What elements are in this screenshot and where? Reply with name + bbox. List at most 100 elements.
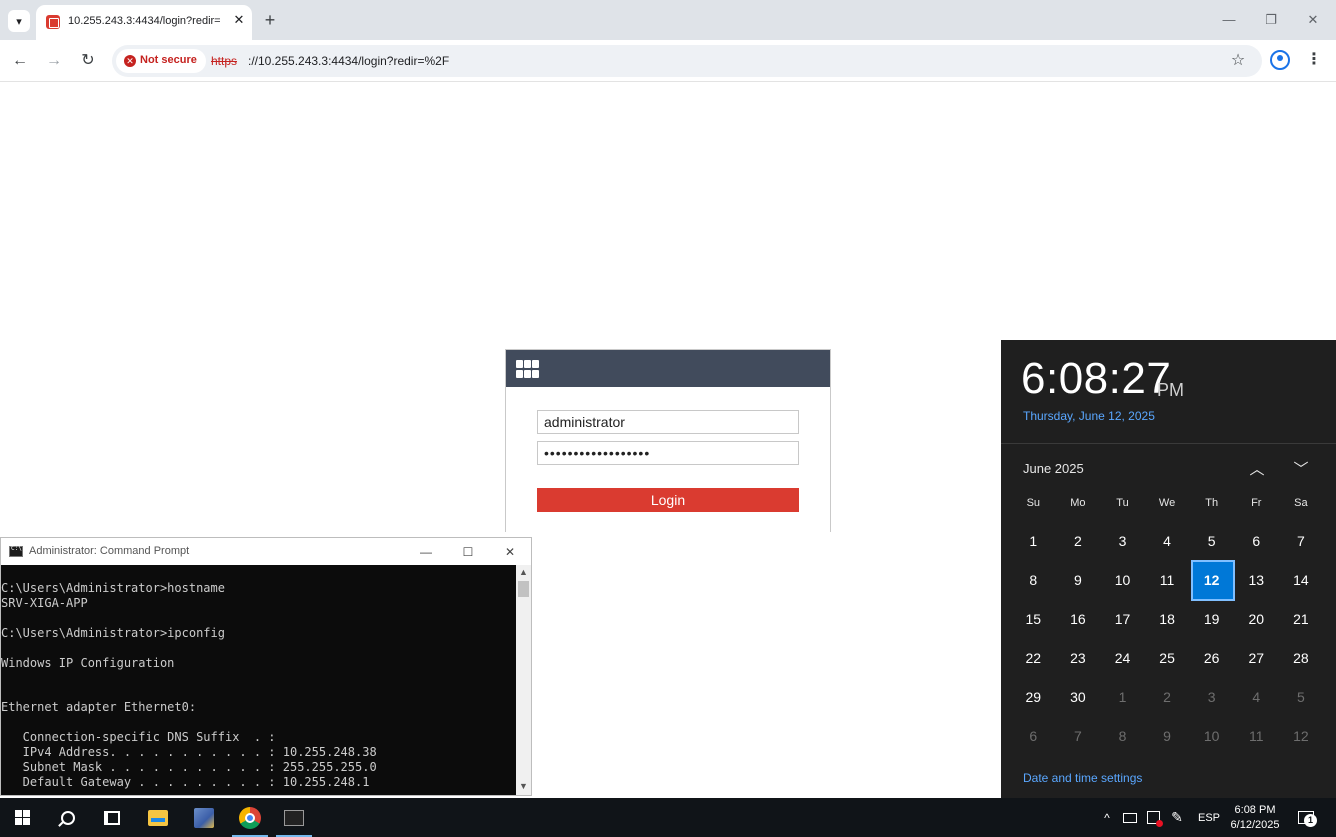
weekday-header: Su Mo Tu We Th Fr Sa [1011, 497, 1331, 515]
tab-search-chevron-icon[interactable]: ▾ [8, 10, 30, 32]
calendar-grid: 1 2 3 4 5 6 7 8 9 10 11 12 13 14 15 16 17 18 19 20 21 22 23 24 2… [1011, 521, 1331, 755]
calendar-day[interactable]: 5 [1189, 521, 1234, 560]
calendar-day-number: 23 [1070, 649, 1086, 666]
cmd-taskbar-button[interactable] [272, 798, 316, 837]
calendar-day[interactable]: 14 [1279, 560, 1324, 599]
calendar-day[interactable]: 1 [1011, 521, 1056, 560]
username-field[interactable]: administrator [537, 410, 799, 434]
weekday-label: We [1158, 497, 1176, 509]
calendar-day-number: 12 [1203, 571, 1220, 588]
bookmark-star-icon[interactable]: ☆ [1226, 49, 1250, 73]
calendar-day[interactable]: 21 [1279, 599, 1324, 638]
new-tab-button[interactable]: + [260, 10, 280, 30]
taskbar-clock[interactable]: 6:08 PM 6/12/2025 [1226, 798, 1284, 837]
calendar-day[interactable]: 6 [1011, 716, 1056, 755]
calendar-day[interactable]: 2 [1056, 521, 1101, 560]
calendar-day-number: 11 [1248, 727, 1264, 744]
cmd-titlebar[interactable]: Administrator: Command Prompt — ☐ ✕ [1, 538, 531, 565]
tray-overflow-chevron-icon[interactable]: ^ [1098, 798, 1116, 837]
task-view-button[interactable] [90, 798, 134, 837]
calendar-day[interactable]: 10 [1100, 560, 1145, 599]
calendar-day[interactable]: 22 [1011, 638, 1056, 677]
tab-close-icon[interactable]: ✕ [230, 11, 248, 29]
date-time-settings-link[interactable]: Date and time settings [1023, 771, 1142, 785]
cmd-scrollbar[interactable]: ▲ ▼ [516, 565, 531, 795]
calendar-day[interactable]: 3 [1189, 677, 1234, 716]
file-explorer-button[interactable] [136, 798, 180, 837]
calendar-day[interactable]: 19 [1189, 599, 1234, 638]
command-prompt-window[interactable]: Administrator: Command Prompt — ☐ ✕ C:\U… [0, 537, 532, 796]
calendar-day-today[interactable]: 12 [1189, 560, 1235, 601]
calendar-day[interactable]: 27 [1234, 638, 1279, 677]
calendar-day[interactable]: 6 [1234, 521, 1279, 560]
calendar-day[interactable]: 7 [1056, 716, 1101, 755]
calendar-day[interactable]: 28 [1279, 638, 1324, 677]
calendar-day-number: 20 [1248, 610, 1265, 627]
browser-tab[interactable]: 10.255.243.3:4434/login?redir=%2F ✕ [36, 5, 252, 40]
cmd-maximize-icon[interactable]: ☐ [455, 542, 481, 562]
taskbar-date: 6/12/2025 [1230, 818, 1280, 831]
chrome-taskbar-button[interactable] [228, 798, 272, 837]
server-manager-button[interactable] [182, 798, 226, 837]
calendar-day[interactable]: 2 [1145, 677, 1190, 716]
scroll-down-icon[interactable]: ▼ [516, 781, 531, 793]
scroll-thumb[interactable] [518, 581, 529, 597]
calendar-day[interactable]: 7 [1279, 521, 1324, 560]
calendar-day[interactable]: 18 [1145, 599, 1190, 638]
calendar-day[interactable]: 24 [1100, 638, 1145, 677]
calendar-day[interactable]: 9 [1056, 560, 1101, 599]
login-form: administrator •••••••••••••••••• Login [506, 387, 830, 532]
calendar-day[interactable]: 8 [1011, 560, 1056, 599]
forward-arrow-icon[interactable]: → [43, 50, 65, 72]
security-alert-icon[interactable] [1143, 798, 1163, 837]
calendar-day[interactable]: 20 [1234, 599, 1279, 638]
calendar-day[interactable]: 5 [1279, 677, 1324, 716]
pen-icon[interactable]: ✎ [1166, 798, 1188, 837]
calendar-month-label[interactable]: June 2025 [1023, 461, 1084, 476]
input-language[interactable]: ESP [1196, 798, 1222, 837]
search-button[interactable] [46, 798, 90, 837]
restore-icon[interactable]: ❐ [1256, 10, 1286, 30]
network-icon[interactable] [1120, 798, 1140, 837]
calendar-day[interactable]: 17 [1100, 599, 1145, 638]
profile-avatar-icon[interactable] [1270, 50, 1290, 70]
calendar-day[interactable]: 8 [1100, 716, 1145, 755]
calendar-day[interactable]: 15 [1011, 599, 1056, 638]
close-window-icon[interactable]: ✕ [1298, 10, 1328, 30]
calendar-day[interactable]: 3 [1100, 521, 1145, 560]
kebab-menu-icon[interactable]: ⋮ [1305, 49, 1323, 71]
calendar-day[interactable]: 4 [1145, 521, 1190, 560]
calendar-day[interactable]: 29 [1011, 677, 1056, 716]
cmd-minimize-icon[interactable]: — [413, 542, 439, 562]
calendar-day[interactable]: 16 [1056, 599, 1101, 638]
scroll-up-icon[interactable]: ▲ [516, 567, 531, 579]
calendar-day[interactable]: 13 [1234, 560, 1279, 599]
url-scheme: https [211, 54, 238, 68]
calendar-day[interactable]: 10 [1189, 716, 1234, 755]
chevron-down-icon[interactable]: ﹀ [1291, 458, 1311, 478]
calendar-day[interactable]: 26 [1189, 638, 1234, 677]
cmd-close-icon[interactable]: ✕ [497, 542, 523, 562]
address-bar[interactable]: ✕ Not secure https ://10.255.243.3:4434/… [112, 45, 1262, 77]
calendar-day[interactable]: 11 [1145, 560, 1190, 599]
calendar-day[interactable]: 25 [1145, 638, 1190, 677]
calendar-day[interactable]: 30 [1056, 677, 1101, 716]
chevron-up-icon[interactable]: ︿ [1247, 458, 1267, 478]
minimize-icon[interactable]: — [1214, 10, 1244, 30]
weekday-label: Su [1026, 497, 1041, 509]
back-arrow-icon[interactable]: ← [9, 50, 31, 72]
calendar-day[interactable]: 1 [1100, 677, 1145, 716]
calendar-day[interactable]: 23 [1056, 638, 1101, 677]
calendar-day[interactable]: 12 [1279, 716, 1324, 755]
start-button[interactable] [0, 798, 44, 837]
calendar-day[interactable]: 9 [1145, 716, 1190, 755]
clock-date-link[interactable]: Thursday, June 12, 2025 [1023, 409, 1155, 423]
reload-icon[interactable]: ↻ [77, 50, 99, 72]
security-chip[interactable]: ✕ Not secure [116, 49, 206, 73]
password-field[interactable]: •••••••••••••••••• [537, 441, 799, 465]
login-button[interactable]: Login [537, 488, 799, 512]
calendar-day[interactable]: 11 [1234, 716, 1279, 755]
calendar-day[interactable]: 4 [1234, 677, 1279, 716]
task-view-icon [104, 810, 120, 825]
cmd-console[interactable]: C:\Users\Administrator>hostname SRV-XIGA… [1, 565, 516, 795]
